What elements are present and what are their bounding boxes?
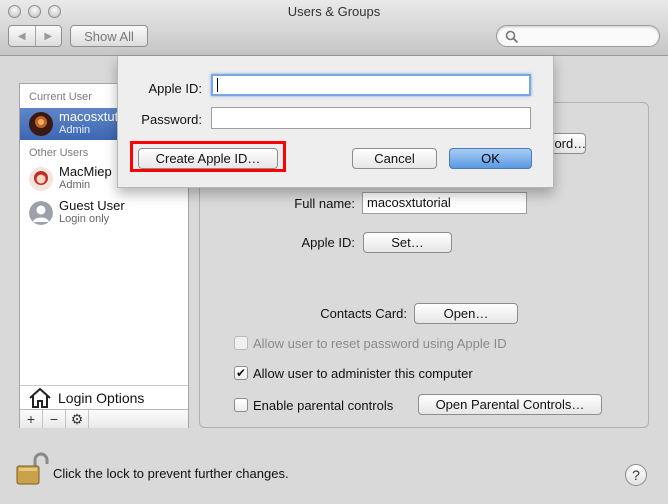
sidebar-button-bar: + − ⚙ — [20, 409, 188, 428]
back-arrow-icon[interactable]: ◀ — [9, 26, 35, 46]
apple-id-label: Apple ID: — [301, 235, 355, 250]
admin-checkbox[interactable]: ✔ — [234, 366, 248, 380]
reset-password-checkbox[interactable] — [234, 336, 248, 350]
parental-controls-checkbox[interactable] — [234, 398, 248, 412]
apple-id-sheet: Apple ID: Password: Create Apple ID… Can… — [117, 56, 554, 188]
lock-status-text: Click the lock to prevent further change… — [53, 466, 289, 481]
guest-avatar-icon — [29, 201, 53, 225]
open-parental-controls-button[interactable]: Open Parental Controls… — [418, 394, 602, 415]
help-button[interactable]: ? — [625, 464, 647, 486]
gear-icon[interactable]: ⚙ — [66, 410, 89, 428]
show-all-button[interactable]: Show All — [70, 25, 148, 47]
open-contacts-card-button[interactable]: Open… — [414, 303, 518, 324]
back-forward-control[interactable]: ◀ ▶ — [8, 25, 62, 47]
cancel-button[interactable]: Cancel — [352, 148, 437, 169]
user-name: MacMiep — [59, 164, 112, 179]
apple-id-input[interactable] — [211, 74, 531, 96]
login-options-label: Login Options — [58, 390, 145, 406]
reset-password-label: Allow user to reset password using Apple… — [253, 336, 507, 351]
full-name-field[interactable]: macosxtutorial — [362, 192, 527, 214]
forward-arrow-icon[interactable]: ▶ — [34, 26, 62, 46]
full-name-label: Full name: — [294, 196, 355, 211]
house-icon — [29, 387, 51, 408]
lock-icon[interactable] — [15, 452, 49, 486]
user-role: Admin — [59, 124, 91, 136]
window-toolbar: Users & Groups ◀ ▶ Show All — [0, 0, 668, 56]
password-input[interactable] — [211, 107, 531, 129]
checkmark-icon: ✔ — [235, 366, 247, 380]
search-icon — [505, 30, 519, 44]
user-role: Admin — [59, 179, 91, 191]
login-options-item[interactable]: Login Options — [20, 385, 188, 411]
sheet-apple-id-label: Apple ID: — [148, 81, 202, 96]
user-name: Guest User — [59, 198, 125, 213]
other-users-header: Other Users — [29, 147, 89, 159]
ok-button[interactable]: OK — [449, 148, 532, 169]
avatar — [29, 167, 53, 191]
user-role: Login only — [59, 213, 110, 225]
add-user-button[interactable]: + — [20, 410, 43, 428]
highlight-box — [130, 141, 286, 172]
avatar — [29, 112, 53, 136]
window-title: Users & Groups — [287, 4, 381, 19]
search-input[interactable] — [496, 25, 660, 47]
contacts-card-label: Contacts Card: — [320, 306, 407, 321]
user-row-guest[interactable]: Guest User Login only — [20, 197, 188, 229]
sheet-password-label: Password: — [141, 112, 202, 127]
parental-controls-label: Enable parental controls — [253, 398, 394, 413]
current-user-header: Current User — [29, 91, 92, 103]
set-apple-id-button[interactable]: Set… — [363, 232, 452, 253]
remove-user-button[interactable]: − — [43, 410, 66, 428]
admin-label: Allow user to administer this computer — [253, 366, 473, 381]
